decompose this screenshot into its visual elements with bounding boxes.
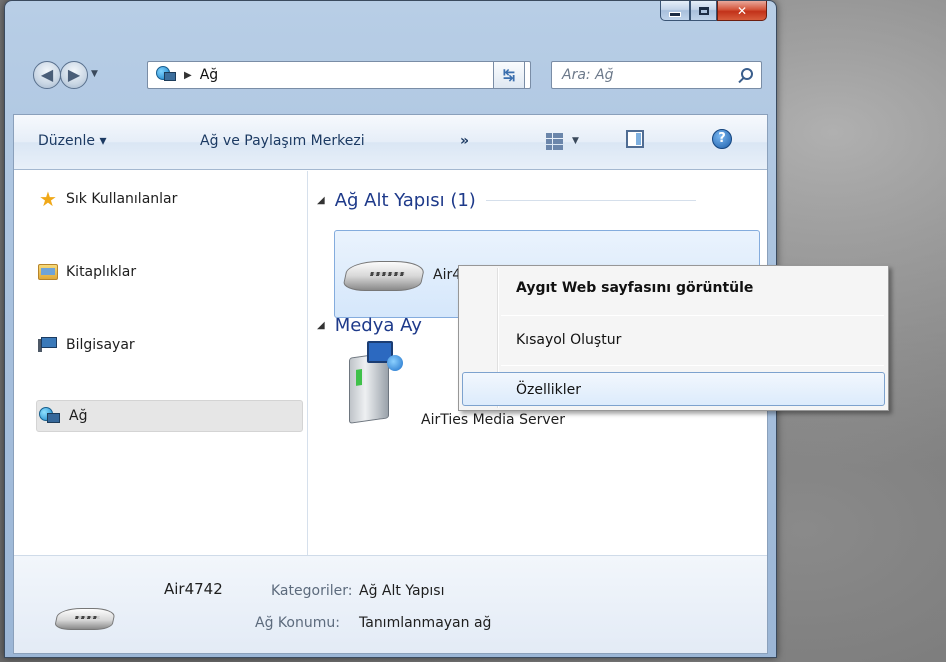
sidebar-item-label: Bilgisayar — [66, 337, 135, 353]
refresh-icon: ↹ — [502, 66, 516, 84]
help-button[interactable]: ? — [712, 129, 732, 149]
menu-separator — [501, 315, 884, 316]
menu-item-create-shortcut[interactable]: Kısayol Oluştur — [516, 332, 621, 348]
details-category-value: Ağ Alt Yapısı — [359, 583, 445, 599]
details-title: Air4742 — [164, 580, 223, 598]
address-bar[interactable]: ▶ Ağ ▼ — [147, 61, 531, 89]
sidebar-item-libraries[interactable]: Kitaplıklar — [38, 264, 136, 280]
menu-item-view-device-webpage[interactable]: Aygıt Web sayfasını görüntüle — [516, 280, 753, 296]
help-icon: ? — [718, 131, 726, 146]
network-icon — [156, 65, 180, 85]
details-category-key: Kategoriler: — [271, 583, 353, 599]
minimize-icon — [669, 12, 681, 17]
router-icon — [341, 261, 427, 291]
preview-pane-button[interactable] — [626, 130, 644, 148]
group-header-media[interactable]: ◢ Medya Ay — [317, 315, 422, 336]
group-title: Medya Ay — [334, 315, 422, 336]
context-menu: Aygıt Web sayfasını görüntüle Kısayol Ol… — [458, 265, 889, 411]
chevron-down-icon: ▼ — [572, 136, 579, 146]
breadcrumb-arrow-icon[interactable]: ▶ — [184, 70, 192, 81]
organize-button[interactable]: Düzenle ▾ — [38, 133, 106, 149]
network-sharing-center-button[interactable]: Ağ ve Paylaşım Merkezi — [200, 133, 365, 149]
navigation-bar: ◀ ▶ ▼ ▶ Ağ ▼ ↹ Ara: Ağ — [5, 59, 776, 93]
refresh-button[interactable]: ↹ — [493, 61, 525, 89]
menu-item-properties[interactable]: Özellikler — [516, 382, 581, 398]
group-divider — [485, 200, 696, 201]
libraries-icon — [38, 264, 58, 280]
maximize-button[interactable] — [690, 1, 717, 21]
back-button[interactable]: ◀ — [33, 61, 61, 89]
device-label-media-server[interactable]: AirTies Media Server — [421, 412, 565, 428]
change-view-button[interactable]: ▼ — [546, 129, 586, 153]
close-icon: ✕ — [736, 3, 748, 18]
recent-pages-dropdown[interactable]: ▼ — [91, 69, 98, 79]
router-icon — [53, 608, 117, 630]
media-server-icon[interactable] — [349, 341, 405, 427]
search-icon[interactable] — [741, 68, 753, 80]
details-view-icon — [546, 133, 563, 150]
sidebar-item-network[interactable]: Ağ — [36, 400, 303, 432]
arrow-left-icon: ◀ — [40, 65, 54, 84]
command-bar: Düzenle ▾ Ağ ve Paylaşım Merkezi » ▼ ? — [14, 115, 767, 170]
breadcrumb-network[interactable]: Ağ — [200, 67, 218, 83]
group-header-infrastructure[interactable]: ◢ Ağ Alt Yapısı (1) — [317, 190, 696, 211]
details-pane: Air4742 Kategoriler: Ağ Alt Yapısı Ağ Ko… — [14, 555, 767, 653]
details-location-value: Tanımlanmayan ağ — [359, 615, 492, 631]
star-icon: ★ — [39, 187, 57, 211]
sidebar-item-label: Ağ — [69, 408, 88, 424]
sidebar-item-favorites[interactable]: ★ Sık Kullanılanlar — [38, 189, 177, 209]
collapse-triangle-icon[interactable]: ◢ — [317, 195, 325, 206]
sidebar-item-computer[interactable]: Bilgisayar — [38, 337, 135, 353]
search-input[interactable]: Ara: Ağ — [551, 61, 762, 89]
close-button[interactable]: ✕ — [717, 1, 767, 21]
details-location-key: Ağ Konumu: — [255, 615, 340, 631]
group-title: Ağ Alt Yapısı (1) — [334, 190, 476, 211]
caption-buttons: ✕ — [660, 1, 767, 23]
sidebar-item-label: Kitaplıklar — [66, 264, 137, 280]
sidebar-item-label: Sık Kullanılanlar — [66, 191, 178, 207]
arrow-right-icon: ▶ — [67, 65, 81, 84]
chevron-down-icon: ▼ — [91, 69, 98, 79]
computer-icon — [38, 337, 58, 353]
network-icon — [39, 407, 61, 425]
search-placeholder: Ara: Ağ — [562, 67, 614, 83]
forward-button[interactable]: ▶ — [60, 61, 88, 89]
menu-separator — [501, 365, 884, 366]
more-commands-button[interactable]: » — [460, 133, 469, 149]
maximize-icon — [698, 6, 709, 15]
navigation-pane: ★ Sık Kullanılanlar Kitaplıklar Bilgisay… — [14, 171, 308, 555]
minimize-button[interactable] — [660, 1, 690, 21]
collapse-triangle-icon[interactable]: ◢ — [317, 320, 325, 331]
